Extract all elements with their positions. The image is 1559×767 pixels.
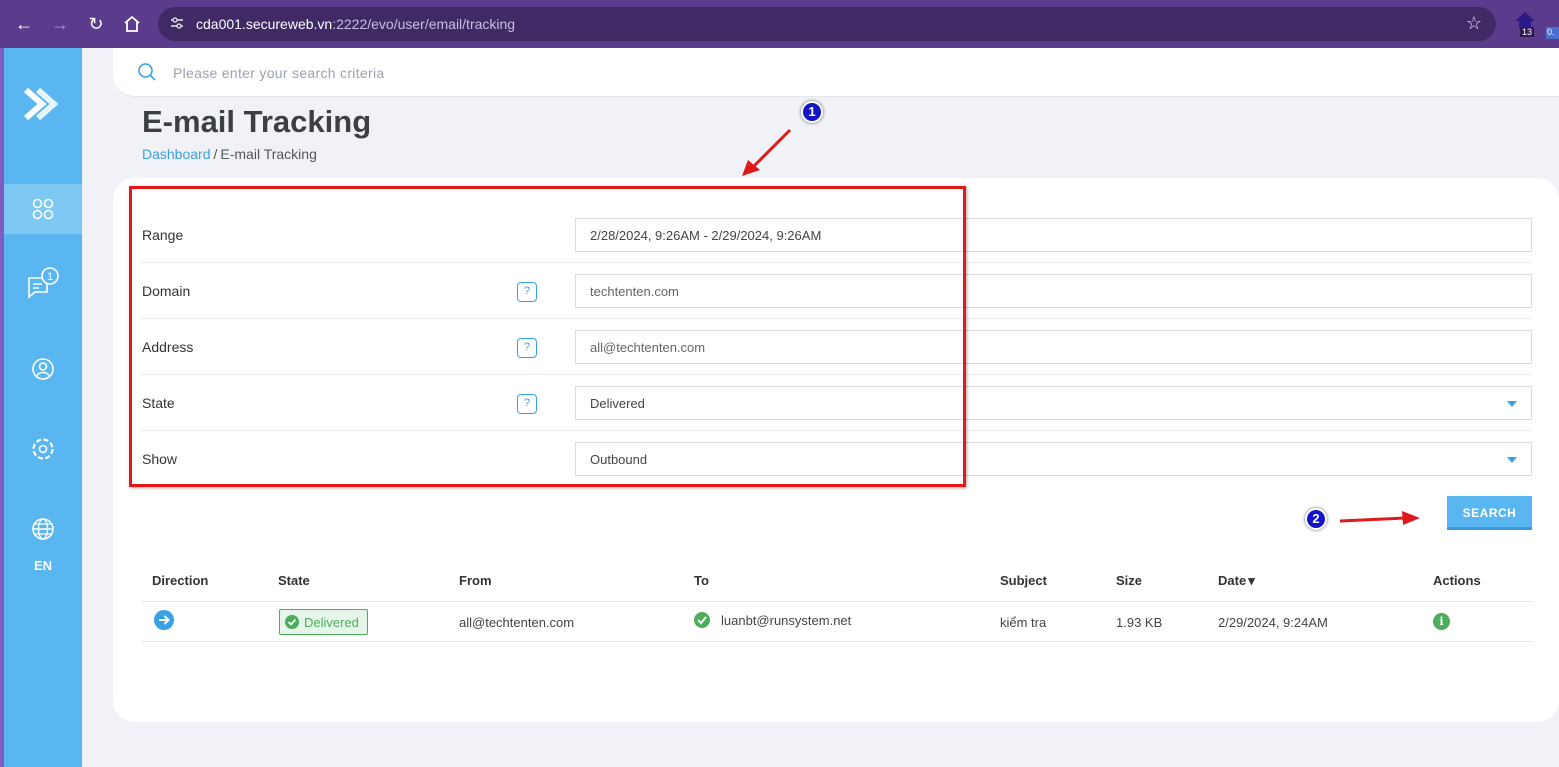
row-subject: kiểm tra	[1000, 615, 1047, 630]
table-header-divider	[142, 601, 1532, 602]
annotation-arrows	[742, 128, 1420, 525]
check-circle-icon	[694, 612, 710, 628]
status-badge-label: Delivered	[304, 615, 359, 630]
column-header-state[interactable]: State	[278, 573, 310, 588]
column-header-direction[interactable]: Direction	[152, 573, 208, 588]
annotation-marker-2: 2	[1305, 508, 1327, 530]
column-header-date-label: Date	[1218, 573, 1247, 588]
column-header-size[interactable]: Size	[1116, 573, 1142, 588]
annotation-marker-1: 1	[801, 101, 823, 123]
column-header-date[interactable]: Date ▾	[1218, 573, 1255, 589]
sort-desc-icon: ▾	[1248, 573, 1255, 588]
column-header-to[interactable]: To	[694, 573, 709, 588]
column-header-from[interactable]: From	[459, 573, 492, 588]
row-size: 1.93 KB	[1116, 615, 1163, 630]
outbound-arrow-icon	[154, 610, 174, 630]
column-header-subject[interactable]: Subject	[1000, 573, 1047, 588]
row-from: all@techtenten.com	[459, 615, 575, 630]
check-circle-icon	[285, 615, 299, 629]
row-to: luanbt@runsystem.net	[721, 613, 852, 628]
status-badge: Delivered	[279, 609, 368, 635]
row-date: 2/29/2024, 9:24AM	[1218, 615, 1328, 630]
column-header-actions: Actions	[1433, 573, 1481, 588]
table-row-divider	[142, 641, 1532, 642]
info-icon[interactable]: i	[1433, 613, 1450, 630]
